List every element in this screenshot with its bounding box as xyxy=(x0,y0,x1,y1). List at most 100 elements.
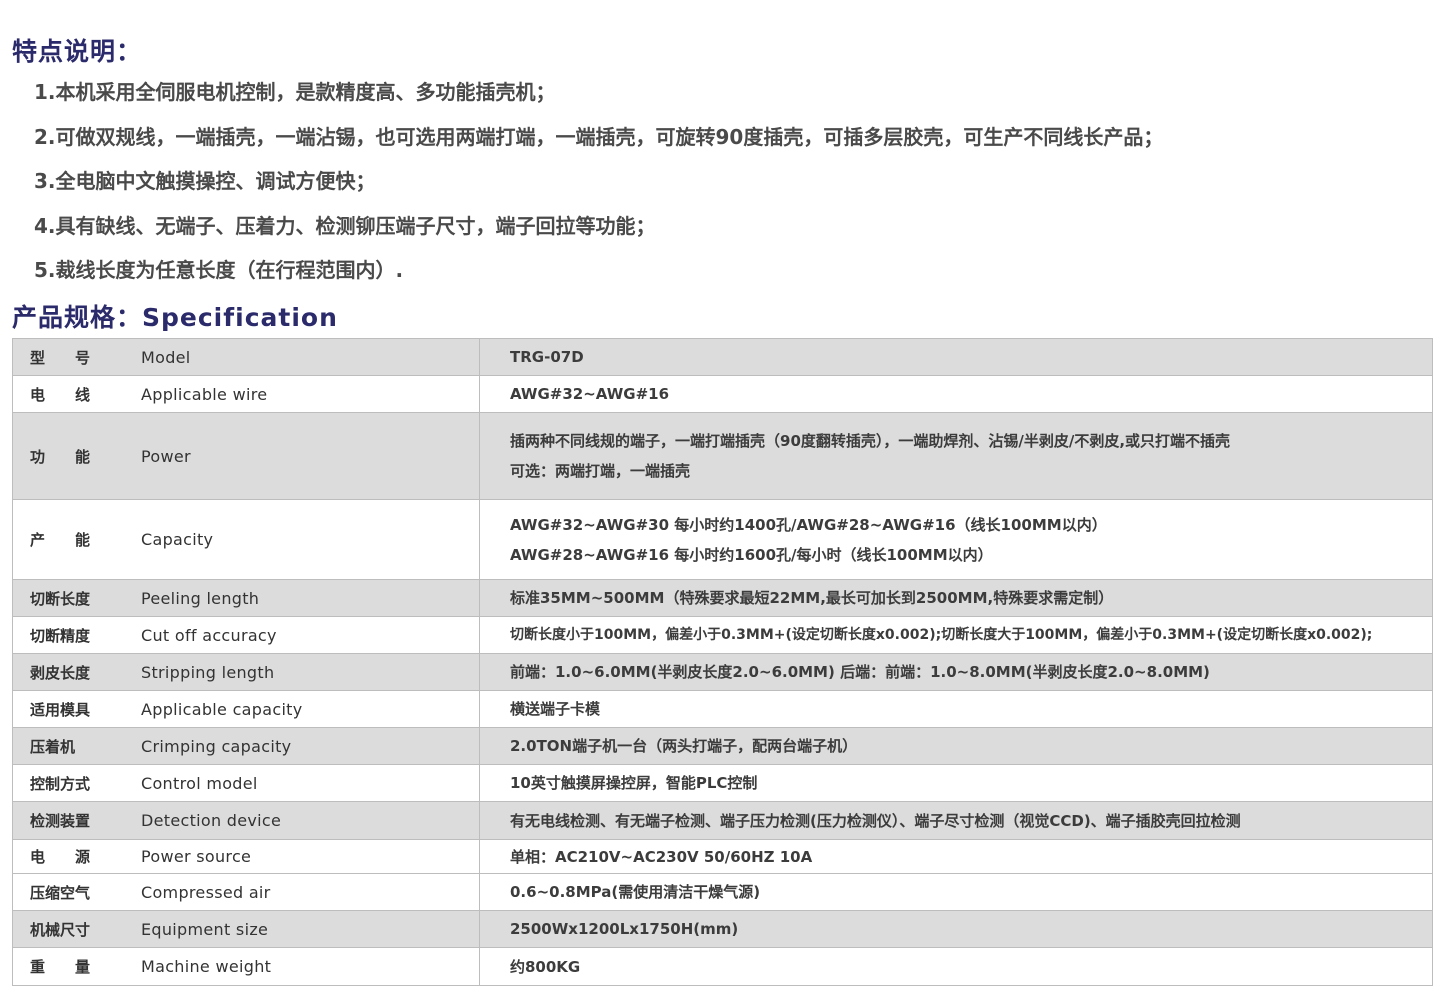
spec-value: 插两种不同线规的端子，一端打端插壳（90度翻转插壳），一端助焊剂、沾锡/半剥皮/… xyxy=(510,432,1231,450)
spec-label-en: Stripping length xyxy=(141,662,275,682)
spec-label-cell: 产 能 Capacity xyxy=(12,499,480,580)
spec-label-cn: 产 能 xyxy=(30,531,91,549)
features-title: 特点说明： xyxy=(12,37,143,66)
spec-label-cn: 切断长度 xyxy=(30,589,91,608)
spec-title: 产品规格：Specification xyxy=(12,303,338,332)
spec-label-cn: 重 量 xyxy=(30,958,91,976)
spec-label-en: Power source xyxy=(141,847,252,866)
spec-row: 压缩空气 Compressed air 0.6~0.8MPa(需使用清洁干燥气源) xyxy=(12,873,1433,911)
spec-label-cn: 功 能 xyxy=(30,447,91,466)
spec-value-cell: 2500Wx1200Lx1750H(mm) xyxy=(479,910,1433,948)
spec-value-cell: 前端：1.0~6.0MM(半剥皮长度2.0~6.0MM) 后端：前端：1.0~8… xyxy=(479,653,1433,691)
spec-value: 可选：两端打端，一端插壳 xyxy=(510,462,691,480)
spec-label-cell: 切断精度 Cut off accuracy xyxy=(12,616,480,654)
feature-item: 4.具有缺线、无端子、压着力、检测铆压端子尺寸，端子回拉等功能； xyxy=(34,213,656,238)
spec-label-cell: 重 量 Machine weight xyxy=(12,947,480,986)
spec-row: 切断精度 Cut off accuracy 切断长度小于100MM，偏差小于0.3M… xyxy=(12,616,1433,654)
spec-label-cn: 适用模具 xyxy=(30,700,91,719)
spec-row: 检测装置 Detection device 有无电线检测、有无端子检测、端子压力检测… xyxy=(12,801,1433,840)
spec-value: 标准35MM~500MM（特殊要求最短22MM,最长可加长到2500MM,特殊要… xyxy=(510,589,1114,607)
spec-value: 约800KG xyxy=(510,957,581,976)
spec-label-cn: 型 号 xyxy=(30,348,91,367)
spec-row: 重 量 Machine weight 约800KG xyxy=(12,947,1433,986)
spec-label-en: Peeling length xyxy=(141,588,260,608)
spec-value: 横送端子卡模 xyxy=(510,700,601,718)
spec-table: 型 号 Model TRG-07D 电 线 Applicable wire AWG#32~… xyxy=(12,338,1433,986)
spec-label-en: Detection device xyxy=(141,811,282,830)
spec-label-cell: 功 能 Power xyxy=(12,412,480,500)
spec-row: 适用模具 Applicable capacity 横送端子卡模 xyxy=(12,690,1433,728)
spec-value-cell: TRG-07D xyxy=(479,338,1433,376)
spec-row: 型 号 Model TRG-07D xyxy=(12,338,1433,376)
spec-label-cn: 电 源 xyxy=(30,848,91,866)
spec-label-cell: 切断长度 Peeling length xyxy=(12,579,480,617)
feature-item: 2.可做双规线，一端插壳，一端沾锡，也可选用两端打端，一端插壳，可旋转90度插壳… xyxy=(34,124,1164,149)
spec-value: AWG#32~AWG#16 xyxy=(510,385,670,403)
spec-label-cell: 型 号 Model xyxy=(12,338,480,376)
spec-row: 产 能 Capacity AWG#32~AWG#30 每小时约1400孔/AWG#2… xyxy=(12,499,1433,580)
spec-label-en: Capacity xyxy=(141,530,214,549)
spec-row: 控制方式 Control model 10英寸触摸屏操控屏，智能PLC控制 xyxy=(12,764,1433,802)
spec-label-cn: 控制方式 xyxy=(30,774,91,793)
spec-label-cn: 机械尺寸 xyxy=(30,920,91,939)
spec-row: 电 线 Applicable wire AWG#32~AWG#16 xyxy=(12,375,1433,413)
spec-value: TRG-07D xyxy=(510,348,584,366)
spec-value: 0.6~0.8MPa(需使用清洁干燥气源) xyxy=(510,883,761,901)
spec-value-cell: 插两种不同线规的端子，一端打端插壳（90度翻转插壳），一端助焊剂、沾锡/半剥皮/… xyxy=(479,412,1433,500)
spec-row: 电 源 Power source 单相：AC210V~AC230V 50/60HZ … xyxy=(12,839,1433,874)
feature-item: 5.裁线长度为任意长度（在行程范围内）. xyxy=(34,258,404,282)
spec-label-cell: 压着机 Crimping capacity xyxy=(12,727,480,765)
spec-label-en: Compressed air xyxy=(141,882,271,902)
spec-label-cn: 压着机 xyxy=(30,737,76,756)
spec-value-cell: 2.0TON端子机一台（两头打端子，配两台端子机） xyxy=(479,727,1433,765)
spec-label-en: Applicable wire xyxy=(141,384,268,404)
spec-row: 机械尺寸 Equipment size 2500Wx1200Lx1750H(mm) xyxy=(12,910,1433,948)
spec-label-cell: 压缩空气 Compressed air xyxy=(12,873,480,911)
spec-label-en: Power xyxy=(141,446,191,466)
spec-label-en: Applicable capacity xyxy=(141,699,303,719)
spec-value: AWG#32~AWG#30 每小时约1400孔/AWG#28~AWG#16（线长… xyxy=(510,515,1107,534)
spec-label-cell: 检测装置 Detection device xyxy=(12,801,480,840)
spec-row: 压着机 Crimping capacity 2.0TON端子机一台（两头打端子，配两… xyxy=(12,727,1433,765)
spec-value: 前端：1.0~6.0MM(半剥皮长度2.0~6.0MM) 后端：前端：1.0~8… xyxy=(510,663,1210,681)
spec-label-cell: 控制方式 Control model xyxy=(12,764,480,802)
spec-row: 剥皮长度 Stripping length 前端：1.0~6.0MM(半剥皮长度2.… xyxy=(12,653,1433,691)
spec-label-cn: 剥皮长度 xyxy=(30,663,91,682)
spec-value: 单相：AC210V~AC230V 50/60HZ 10A xyxy=(510,847,813,866)
spec-value-cell: 10英寸触摸屏操控屏，智能PLC控制 xyxy=(479,764,1433,802)
spec-value: 2500Wx1200Lx1750H(mm) xyxy=(510,920,739,938)
spec-value-cell: 单相：AC210V~AC230V 50/60HZ 10A xyxy=(479,839,1433,874)
spec-value: 10英寸触摸屏操控屏，智能PLC控制 xyxy=(510,774,758,792)
spec-value-cell: 约800KG xyxy=(479,947,1433,986)
spec-row: 功 能 Power 插两种不同线规的端子，一端打端插壳（90度翻转插壳），一端助焊剂… xyxy=(12,412,1433,500)
spec-label-en: Control model xyxy=(141,773,258,793)
spec-value: 2.0TON端子机一台（两头打端子，配两台端子机） xyxy=(510,737,858,755)
spec-label-en: Machine weight xyxy=(141,957,272,976)
spec-label-cell: 机械尺寸 Equipment size xyxy=(12,910,480,948)
spec-label-en: Crimping capacity xyxy=(141,736,292,756)
spec-label-cell: 适用模具 Applicable capacity xyxy=(12,690,480,728)
spec-value-cell: AWG#32~AWG#30 每小时约1400孔/AWG#28~AWG#16（线长… xyxy=(479,499,1433,580)
spec-label-en: Model xyxy=(141,347,191,367)
features-list: 1.本机采用全伺服电机控制，是款精度高、多功能插壳机； 2.可做双规线，一端插壳… xyxy=(34,76,1163,299)
spec-label-en: Equipment size xyxy=(141,919,269,939)
spec-label-cn: 压缩空气 xyxy=(30,883,91,902)
spec-label-cell: 电 线 Applicable wire xyxy=(12,375,480,413)
spec-value-cell: 横送端子卡模 xyxy=(479,690,1433,728)
feature-item: 1.本机采用全伺服电机控制，是款精度高、多功能插壳机； xyxy=(34,80,556,104)
spec-label-en: Cut off accuracy xyxy=(141,625,277,645)
spec-value: AWG#28~AWG#16 每小时约1600孔/每小时（线长100MM以内） xyxy=(510,545,993,564)
spec-value-cell: AWG#32~AWG#16 xyxy=(479,375,1433,413)
spec-value-cell: 0.6~0.8MPa(需使用清洁干燥气源) xyxy=(479,873,1433,911)
spec-label-cell: 电 源 Power source xyxy=(12,839,480,874)
spec-label-cn: 检测装置 xyxy=(30,812,91,830)
spec-label-cn: 电 线 xyxy=(30,385,91,404)
spec-value-cell: 切断长度小于100MM，偏差小于0.3MM+(设定切断长度x0.002);切断长… xyxy=(479,616,1433,654)
feature-item: 3.全电脑中文触摸操控、调试方便快； xyxy=(34,169,376,193)
spec-value-cell: 标准35MM~500MM（特殊要求最短22MM,最长可加长到2500MM,特殊要… xyxy=(479,579,1433,617)
spec-label-cell: 剥皮长度 Stripping length xyxy=(12,653,480,691)
spec-value: 有无电线检测、有无端子检测、端子压力检测(压力检测仪）、端子尽寸检测（视觉CCD… xyxy=(510,811,1241,830)
spec-value-cell: 有无电线检测、有无端子检测、端子压力检测(压力检测仪）、端子尽寸检测（视觉CCD… xyxy=(479,801,1433,840)
spec-row: 切断长度 Peeling length 标准35MM~500MM（特殊要求最短22M… xyxy=(12,579,1433,617)
spec-label-cn: 切断精度 xyxy=(30,626,91,645)
